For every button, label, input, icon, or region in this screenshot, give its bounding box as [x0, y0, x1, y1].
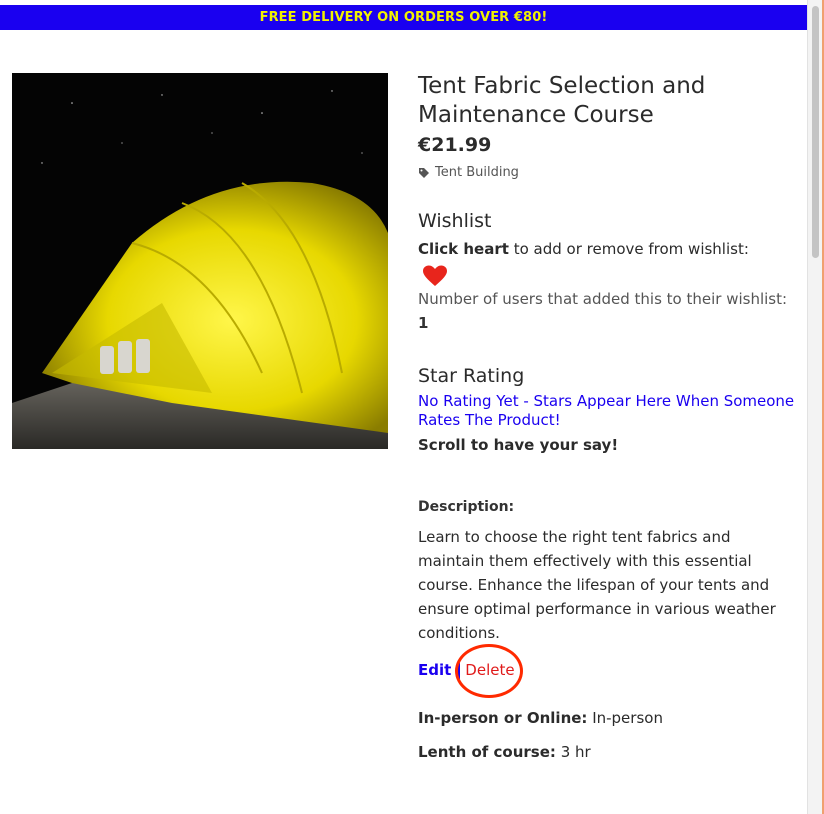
delivery-banner-text: FREE DELIVERY ON ORDERS OVER €80! [259, 10, 548, 25]
product-image [12, 73, 388, 449]
tag-icon [419, 167, 429, 178]
rating-heading: Star Rating [418, 365, 525, 387]
scrollbar-thumb[interactable] [812, 6, 819, 258]
edit-link[interactable]: Edit [418, 661, 451, 679]
wishlist-instructions: Click heart to add or remove from wishli… [418, 237, 798, 261]
wishlist-heading: Wishlist [418, 210, 492, 232]
wishlist-click-rest: to add or remove from wishlist: [508, 240, 749, 258]
delivery-mode-value: In-person [587, 709, 663, 727]
vertical-scrollbar[interactable] [807, 0, 824, 814]
delivery-mode: In-person or Online: In-person [418, 709, 798, 727]
delivery-mode-label: In-person or Online: [418, 709, 588, 727]
course-length: Lenth of course: 3 hr [418, 743, 798, 761]
product-actions: Edit Delete [418, 644, 798, 698]
product-price: €21.99 [418, 134, 492, 156]
category-label: Tent Building [435, 165, 519, 180]
wishlist-click-bold: Click heart [418, 240, 509, 258]
tent-photo [12, 73, 388, 449]
product-category[interactable]: Tent Building [418, 165, 798, 180]
rating-cta: Scroll to have your say! [418, 436, 619, 454]
highlight-circle [455, 644, 523, 698]
product-title: Tent Fabric Selection and Maintenance Co… [418, 73, 706, 128]
product-info: Tent Fabric Selection and Maintenance Co… [418, 72, 798, 761]
wishlist-count-label: Number of users that added this to their… [418, 290, 788, 308]
description-text: Learn to choose the right tent fabrics a… [418, 528, 776, 642]
wishlist-count: 1 [418, 314, 429, 332]
description-heading: Description: [418, 499, 515, 515]
wishlist-count-text: Number of users that added this to their… [418, 287, 798, 335]
course-length-label: Lenth of course: [418, 743, 556, 761]
delivery-banner: FREE DELIVERY ON ORDERS OVER €80! [0, 5, 807, 30]
course-length-value: 3 hr [555, 743, 591, 761]
no-rating-text: No Rating Yet - Stars Appear Here When S… [418, 392, 795, 429]
heart-icon[interactable] [422, 264, 448, 288]
